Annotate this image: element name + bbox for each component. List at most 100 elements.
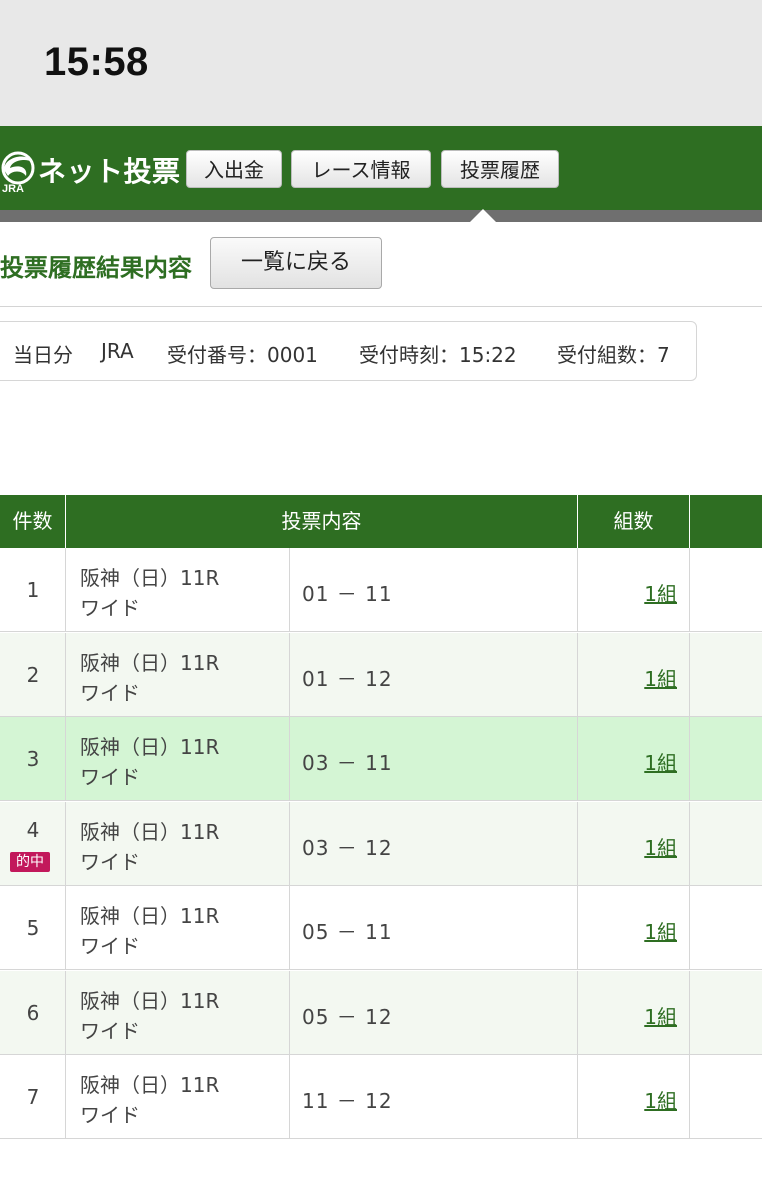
row-number: 3 [26,747,40,771]
header-content: 投票内容 [66,495,578,548]
cell-extra [690,717,762,801]
bet-type: ワイド [80,1103,140,1127]
info-receipt-count: 受付組数：7 [557,343,670,367]
bet-type: ワイド [80,765,140,789]
cell-extra [690,548,762,632]
jra-logo[interactable]: JRA ネット投票 [0,146,180,196]
cell-extra [690,971,762,1055]
bet-type: ワイド [80,596,140,620]
info-receipt-number: 受付番号：0001 [167,343,318,367]
race-name: 阪神（日）11R [80,904,220,928]
cell-extra [690,1055,762,1139]
sets-link[interactable]: 1組 [644,916,677,945]
combination: 03 － 12 [302,835,393,860]
header-count: 件数 [0,495,66,548]
logo-title: ネット投票 [38,155,181,188]
cell-combination: 11 － 12 [290,1055,578,1139]
cell-sets: 1組 [578,1055,690,1139]
cell-sets: 1組 [578,548,690,632]
combination: 01 － 12 [302,666,393,691]
cell-number: 7 [0,1055,66,1139]
cell-combination: 01 － 11 [290,548,578,632]
table-row: 7 阪神（日）11R ワイド 11 － 12 1組 [0,1055,762,1139]
header-sets: 組数 [578,495,690,548]
table-row: 5 阪神（日）11R ワイド 05 － 11 1組 [0,886,762,970]
bet-type: ワイド [80,1018,140,1043]
bet-type: ワイド [80,680,140,705]
header-extra [690,495,762,548]
cell-race: 阪神（日）11R ワイド [66,548,290,632]
page-title: 投票履歴結果内容 [0,254,192,282]
jra-logo-sub: JRA [2,183,24,194]
cell-number: 1 [0,548,66,632]
active-tab-indicator [470,209,496,222]
row-number: 7 [26,1085,40,1109]
row-number: 5 [26,916,40,940]
sets-link[interactable]: 1組 [644,663,677,692]
title-bar: 投票履歴結果内容 一覧に戻る [0,222,762,307]
sets-link[interactable]: 1組 [644,832,677,861]
nav-race-info-button[interactable]: レース情報 [291,150,431,188]
combination: 05 － 11 [302,920,393,944]
cell-number: 4 的中 [0,801,66,886]
table-row: 3 阪神（日）11R ワイド 03 － 11 1組 [0,717,762,801]
receipt-info-box: 当日分 JRA 受付番号：0001 受付時刻：15:22 受付組数：7 [0,321,697,381]
race-name: 阪神（日）11R [80,566,220,590]
cell-extra [690,886,762,970]
combination: 05 － 12 [302,1004,393,1029]
table-row: 4 的中 阪神（日）11R ワイド 03 － 12 1組 [0,801,762,886]
race-name: 阪神（日）11R [80,988,220,1013]
sets-link[interactable]: 1組 [644,747,677,776]
cell-sets: 1組 [578,886,690,970]
cell-race: 阪神（日）11R ワイド [66,886,290,970]
table-row: 1 阪神（日）11R ワイド 01 － 11 1組 [0,548,762,632]
row-number: 2 [26,662,40,687]
race-name: 阪神（日）11R [80,819,220,844]
table-header: 件数 投票内容 組数 [0,495,762,548]
table-row: 6 阪神（日）11R ワイド 05 － 12 1組 [0,970,762,1055]
status-bar: 15:58 [0,0,762,126]
row-number: 1 [26,578,40,602]
hit-badge: 的中 [10,851,50,872]
cell-combination: 05 － 11 [290,886,578,970]
nav-vote-history-button[interactable]: 投票履歴 [441,150,559,188]
info-day: 当日分 [13,343,73,367]
combination: 01 － 11 [302,582,393,606]
cell-race: 阪神（日）11R ワイド [66,717,290,801]
row-number: 4 [26,817,40,842]
cell-race: 阪神（日）11R ワイド [66,1055,290,1139]
cell-sets: 1組 [578,717,690,801]
cell-sets: 1組 [578,970,690,1055]
cell-combination: 03 － 11 [290,717,578,801]
cell-race: 阪神（日）11R ワイド [66,632,290,717]
cell-combination: 05 － 12 [290,970,578,1055]
combination: 11 － 12 [302,1089,393,1113]
bet-type: ワイド [80,934,140,958]
cell-combination: 03 － 12 [290,801,578,886]
cell-extra [690,633,762,717]
race-name: 阪神（日）11R [80,735,220,759]
cell-number: 6 [0,970,66,1055]
cell-extra [690,802,762,886]
sets-link[interactable]: 1組 [644,1001,677,1030]
cell-number: 2 [0,632,66,717]
table-row: 2 阪神（日）11R ワイド 01 － 12 1組 [0,632,762,717]
cell-number: 5 [0,886,66,970]
cell-race: 阪神（日）11R ワイド [66,970,290,1055]
sets-link[interactable]: 1組 [644,578,677,607]
cell-number: 3 [0,717,66,801]
info-receipt-time: 受付時刻：15:22 [359,343,517,367]
cell-combination: 01 － 12 [290,632,578,717]
sets-link[interactable]: 1組 [644,1085,677,1114]
cell-race: 阪神（日）11R ワイド [66,801,290,886]
info-org: JRA [101,339,134,363]
cell-sets: 1組 [578,801,690,886]
race-name: 阪神（日）11R [80,1073,220,1097]
combination: 03 － 11 [302,751,393,775]
back-to-list-button[interactable]: 一覧に戻る [210,237,382,289]
nav-deposit-button[interactable]: 入出金 [186,150,282,188]
cell-sets: 1組 [578,632,690,717]
bet-type: ワイド [80,849,140,874]
status-time: 15:58 [44,40,149,84]
jra-logo-icon: JRA [1,151,35,194]
